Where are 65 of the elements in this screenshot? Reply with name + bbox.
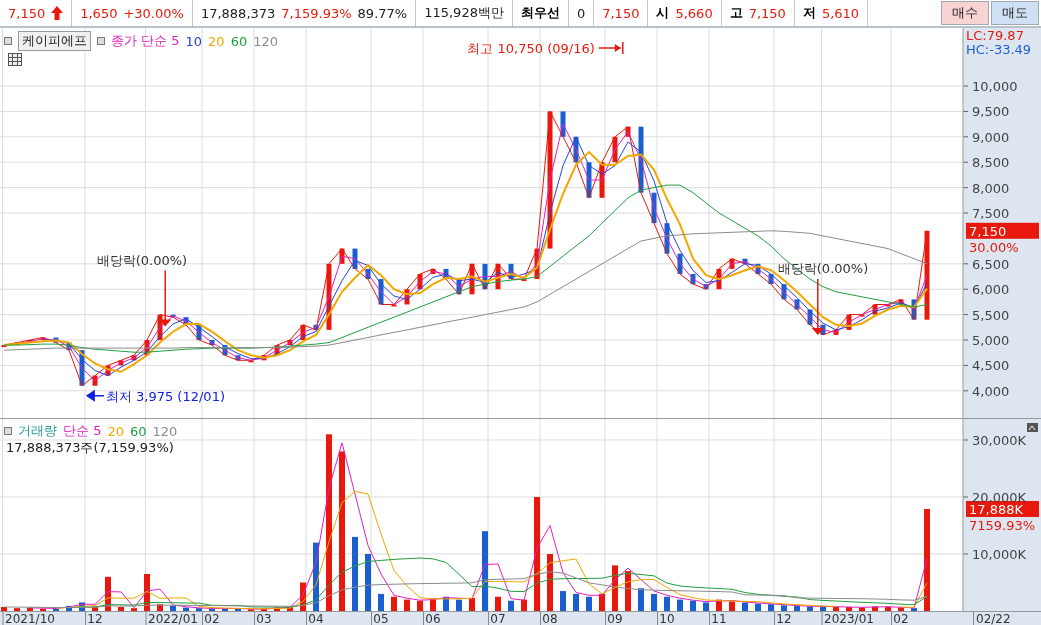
legend-item: 10	[185, 33, 203, 49]
date-label: 08	[542, 612, 558, 625]
axis-label: 7,500	[972, 206, 1010, 221]
date-label: 12	[87, 612, 103, 625]
legend-item: 종가 단순 5	[111, 32, 180, 50]
change-label: 30.00%	[969, 239, 1019, 255]
quote-value: 7,150	[8, 5, 46, 21]
quote-value: 7,150	[602, 5, 640, 21]
dividend-annotation: 배당락(0.00%)	[96, 252, 188, 268]
date-label: 05	[373, 612, 389, 625]
date-label: 10	[659, 612, 675, 625]
date-label: 2023/01	[824, 612, 874, 625]
date-label: 03	[256, 612, 272, 625]
axis-label: 8,000	[972, 180, 1010, 196]
date-label: 12	[776, 612, 792, 625]
date-label: 11	[711, 612, 727, 625]
hc-label: HC:-33.49	[966, 42, 1032, 57]
legend-item: 20	[208, 33, 225, 49]
cursor-date: 02/22	[976, 612, 1011, 625]
quote-value: 0	[576, 5, 586, 21]
legend-item: 단순 5	[63, 422, 102, 440]
axis-label: 10,000K	[972, 547, 1026, 562]
quote-value: 고	[729, 4, 743, 22]
quote-value: 89.77%	[357, 5, 408, 21]
legend-item: 60	[230, 33, 248, 49]
axis-label: 4,500	[972, 358, 1010, 374]
quote-value: 17,888,373	[200, 5, 276, 21]
axis-label: 9,000	[972, 129, 1010, 145]
quote-value: 저	[802, 4, 816, 22]
quote-value: 5,660	[675, 5, 713, 21]
axis-label: 4,000	[972, 383, 1010, 399]
quote-value: 7,159.93%	[281, 5, 352, 21]
quote-value: 시	[656, 4, 670, 22]
axis-label: 5,000	[972, 333, 1010, 348]
axis-label: 30,000K	[972, 433, 1026, 448]
date-label: 09	[607, 612, 623, 625]
quote-value: +30.00%	[123, 5, 184, 21]
legend-item: 120	[253, 33, 278, 49]
date-label: 04	[308, 612, 324, 625]
date-label: 02	[893, 612, 909, 625]
quote-value: 7,150	[748, 5, 786, 21]
change-label: 7159.93%	[969, 517, 1036, 533]
axis-label: 6,000	[972, 282, 1010, 298]
lc-label: LC:79.87	[966, 28, 1024, 43]
date-label: 2022/01	[148, 612, 198, 625]
quote-value: 최우선	[520, 4, 560, 22]
axis-label: 10,000	[972, 79, 1018, 94]
high-annotation: 최고 10,750 (09/16)	[467, 41, 595, 56]
quote-value: 5,610	[821, 5, 860, 21]
quote-value: 115,928백만	[424, 4, 504, 22]
axis-label: 9,500	[972, 104, 1010, 120]
indicator-name: 거래량	[18, 422, 57, 440]
legend-item: 60	[129, 423, 147, 439]
low-annotation: 최저 3,975 (12/01)	[105, 388, 225, 404]
date-label: 06	[425, 612, 441, 625]
date-label: 2021/10	[5, 612, 55, 625]
date-label: 02	[204, 612, 220, 625]
axis-label: 5,500	[972, 307, 1010, 323]
axis-label: 8,500	[972, 155, 1010, 171]
legend-item: 120	[152, 423, 178, 439]
date-label: 07	[490, 612, 506, 625]
quote-value: 1,650	[80, 5, 118, 21]
volume-summary: 17,888,373주(7,159.93%)	[6, 439, 174, 457]
axis-label: 6,500	[972, 256, 1010, 272]
legend-item: 20	[107, 423, 124, 439]
